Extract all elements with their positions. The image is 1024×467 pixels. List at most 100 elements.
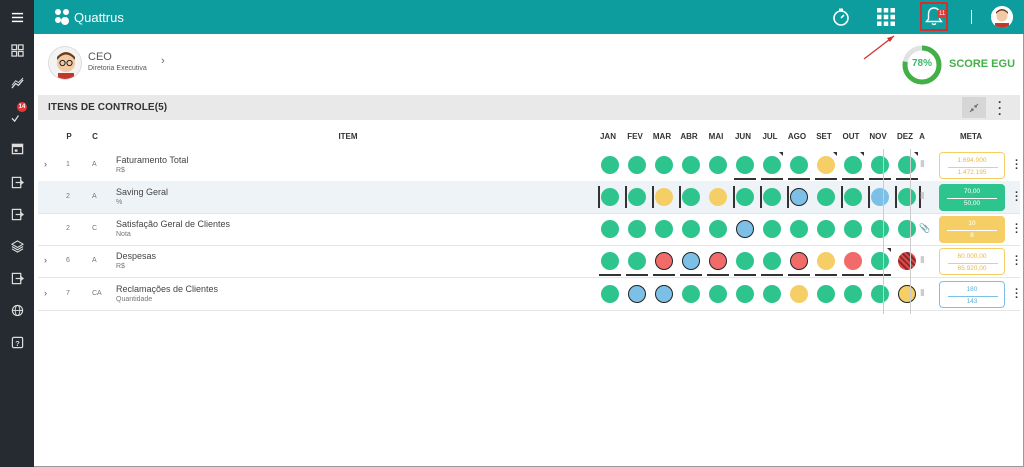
month-status-dot[interactable] (817, 156, 835, 174)
month-status-dot[interactable] (844, 188, 862, 206)
exit-icon[interactable] (0, 172, 34, 192)
month-status-dot[interactable] (736, 220, 754, 238)
expand-chevron-icon[interactable]: › (44, 288, 47, 298)
month-status-dot[interactable] (736, 156, 754, 174)
month-status-dot[interactable] (709, 188, 727, 206)
row-more-icon[interactable]: · · · (1015, 220, 1019, 239)
stopwatch-icon[interactable] (830, 6, 852, 28)
checklist-icon[interactable]: 14 (0, 102, 34, 126)
month-status-dot[interactable] (736, 252, 754, 270)
globe-icon[interactable] (0, 300, 34, 320)
month-status-dot[interactable] (898, 188, 916, 206)
notifications-button[interactable]: 11 (920, 2, 948, 31)
month-status-dot[interactable] (817, 285, 835, 303)
month-status-dot[interactable] (871, 285, 889, 303)
table-row[interactable]: › 6 A Despesas R$ ▮ 60.000,00 65.920,00 · · · (38, 245, 1020, 278)
month-status-dot[interactable] (871, 188, 889, 206)
month-status-dot[interactable] (844, 156, 862, 174)
meta-box[interactable]: 1.694.000 1.472.195 (939, 152, 1005, 179)
month-status-dot[interactable] (655, 156, 673, 174)
month-status-dot[interactable] (601, 220, 619, 238)
app-logo[interactable]: Quattrus (54, 8, 124, 26)
month-status-dot[interactable] (817, 220, 835, 238)
month-status-dot[interactable] (709, 285, 727, 303)
month-status-dot[interactable] (655, 188, 673, 206)
month-status-dot[interactable] (898, 220, 916, 238)
month-status-dot[interactable] (871, 156, 889, 174)
expand-chevron-icon[interactable]: › (44, 255, 47, 265)
month-status-dot[interactable] (898, 252, 916, 270)
month-status-dot[interactable] (790, 252, 808, 270)
item-name[interactable]: Reclamações de Clientes (116, 284, 218, 294)
month-status-dot[interactable] (763, 156, 781, 174)
month-status-dot[interactable] (682, 220, 700, 238)
month-status-dot[interactable] (871, 220, 889, 238)
month-status-dot[interactable] (790, 188, 808, 206)
chevron-right-icon[interactable]: › (161, 55, 165, 67)
meta-box[interactable]: 10 8 (939, 216, 1005, 243)
month-status-dot[interactable] (682, 188, 700, 206)
month-status-dot[interactable] (682, 252, 700, 270)
month-status-dot[interactable] (655, 285, 673, 303)
exit-icon-2[interactable] (0, 204, 34, 224)
month-status-dot[interactable] (817, 188, 835, 206)
score-label[interactable]: SCORE EGU (949, 58, 1015, 70)
month-status-dot[interactable] (601, 188, 619, 206)
month-status-dot[interactable] (817, 252, 835, 270)
month-status-dot[interactable] (709, 220, 727, 238)
attachment-icon[interactable]: 📎 (919, 223, 930, 234)
meta-box[interactable]: 60.000,00 65.920,00 (939, 248, 1005, 275)
month-status-dot[interactable] (844, 285, 862, 303)
month-status-dot[interactable] (601, 285, 619, 303)
item-name[interactable]: Saving Geral (116, 187, 168, 197)
table-row[interactable]: › 1 A Faturamento Total R$ ▮ 1.694.000 1.472.… (38, 149, 1020, 182)
meta-box[interactable]: 70,00 50,00 (939, 184, 1005, 211)
month-status-dot[interactable] (871, 252, 889, 270)
collapse-button[interactable] (962, 97, 986, 118)
month-status-dot[interactable] (682, 156, 700, 174)
table-row[interactable]: 2 A Saving Geral% ▮ 70,00 50,00 · · · (38, 181, 1020, 214)
month-status-dot[interactable] (709, 252, 727, 270)
menu-icon[interactable] (0, 7, 34, 27)
row-more-icon[interactable]: · · · (1015, 156, 1019, 175)
calendar-icon[interactable] (0, 138, 34, 158)
month-status-dot[interactable] (628, 220, 646, 238)
month-status-dot[interactable] (655, 252, 673, 270)
month-status-dot[interactable] (628, 188, 646, 206)
more-options-icon[interactable]: · · · (998, 96, 1002, 120)
trend-icon[interactable] (0, 73, 34, 93)
item-name[interactable]: Despesas (116, 251, 156, 261)
row-more-icon[interactable]: · · · (1015, 285, 1019, 304)
user-avatar[interactable] (991, 6, 1013, 28)
month-status-dot[interactable] (844, 220, 862, 238)
month-status-dot[interactable] (736, 188, 754, 206)
month-status-dot[interactable] (628, 285, 646, 303)
month-status-dot[interactable] (763, 220, 781, 238)
dashboard-icon[interactable] (0, 40, 34, 60)
meta-box[interactable]: 180 143 (939, 281, 1005, 308)
month-status-dot[interactable] (790, 220, 808, 238)
month-status-dot[interactable] (601, 156, 619, 174)
exit-icon-3[interactable] (0, 268, 34, 288)
month-status-dot[interactable] (898, 285, 916, 303)
month-status-dot[interactable] (601, 252, 619, 270)
item-name[interactable]: Faturamento Total (116, 155, 188, 165)
help-icon[interactable]: ? (0, 332, 34, 352)
month-status-dot[interactable] (628, 252, 646, 270)
table-row[interactable]: › 7 CA Reclamações de Clientes Quantidade ▮ 1… (38, 278, 1020, 311)
table-row[interactable]: 2 C Satisfação Geral de Clientes Nota 📎 10 8… (38, 213, 1020, 246)
month-status-dot[interactable] (898, 156, 916, 174)
expand-chevron-icon[interactable]: › (44, 159, 47, 169)
month-status-dot[interactable] (628, 156, 646, 174)
month-status-dot[interactable] (763, 188, 781, 206)
month-status-dot[interactable] (763, 252, 781, 270)
month-status-dot[interactable] (682, 285, 700, 303)
month-status-dot[interactable] (736, 285, 754, 303)
month-status-dot[interactable] (763, 285, 781, 303)
month-status-dot[interactable] (790, 285, 808, 303)
month-status-dot[interactable] (790, 156, 808, 174)
month-status-dot[interactable] (844, 252, 862, 270)
month-status-dot[interactable] (709, 156, 727, 174)
row-more-icon[interactable]: · · · (1015, 188, 1019, 207)
month-status-dot[interactable] (655, 220, 673, 238)
